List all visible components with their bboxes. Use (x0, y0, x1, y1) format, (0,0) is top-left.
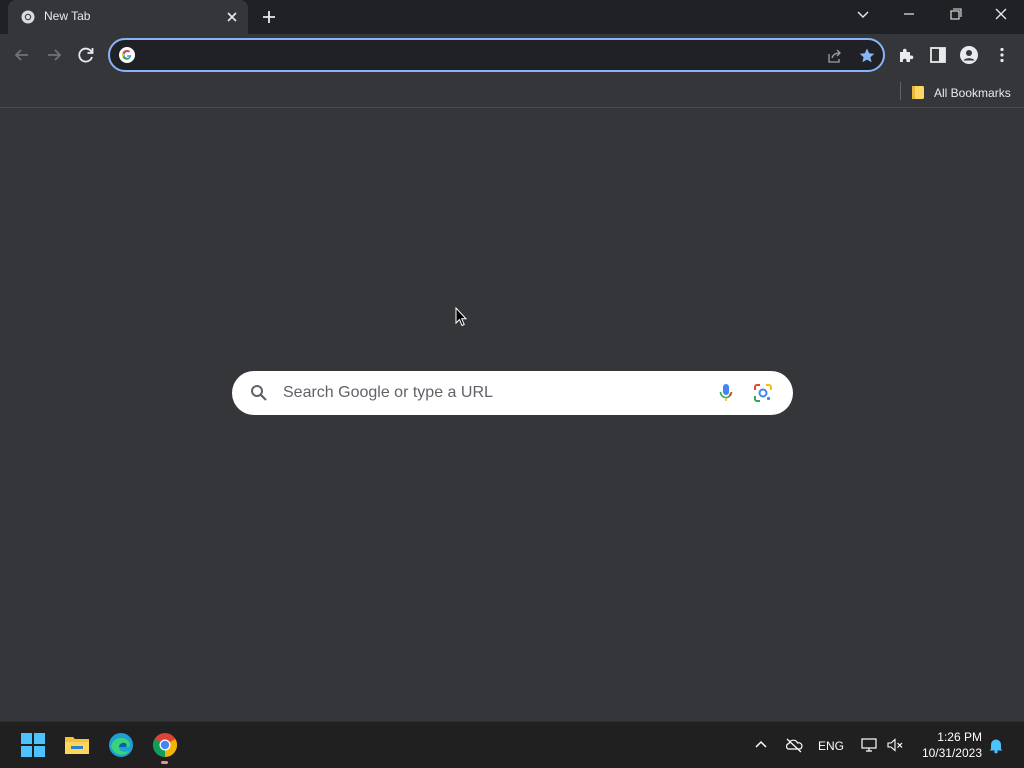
star-icon[interactable] (858, 47, 876, 65)
forward-icon[interactable] (42, 43, 66, 67)
tab-new-tab[interactable]: New Tab (8, 0, 248, 34)
microphone-icon[interactable] (718, 383, 734, 403)
file-explorer-icon[interactable] (63, 731, 91, 759)
close-tab-icon[interactable] (224, 9, 240, 25)
chrome-icon (21, 10, 35, 24)
bookmarks-bar: All Bookmarks (0, 76, 1024, 108)
bookmarks-divider (900, 82, 901, 100)
ntp-search-input[interactable] (283, 382, 703, 404)
start-icon[interactable] (19, 731, 47, 759)
restore-icon[interactable] (941, 4, 969, 28)
tab-strip: New Tab (0, 0, 1024, 34)
notification-bell-icon[interactable] (987, 736, 1005, 754)
share-icon[interactable] (826, 47, 844, 65)
new-tab-page (0, 109, 1024, 721)
plus-icon[interactable] (260, 8, 278, 26)
search-icon (250, 384, 268, 402)
chrome-icon[interactable] (151, 731, 179, 759)
extensions-icon[interactable] (896, 45, 916, 65)
profile-icon[interactable] (959, 45, 979, 65)
clock-time[interactable]: 1:26 PM (920, 730, 982, 744)
back-icon[interactable] (10, 43, 34, 67)
menu-icon[interactable] (992, 45, 1012, 65)
mouse-cursor-icon (455, 307, 467, 327)
volume-muted-icon[interactable] (886, 736, 904, 754)
toolbar (0, 34, 1024, 76)
tab-search-icon[interactable] (849, 4, 877, 28)
reload-icon[interactable] (74, 43, 98, 67)
google-g-icon (119, 47, 135, 63)
all-bookmarks-label: All Bookmarks (934, 86, 1011, 100)
onedrive-offline-icon[interactable] (785, 736, 803, 754)
minimize-icon[interactable] (895, 4, 923, 28)
chevron-up-icon[interactable] (752, 736, 770, 754)
ntp-search-box[interactable] (232, 371, 793, 415)
edge-icon[interactable] (107, 731, 135, 759)
address-bar[interactable] (108, 38, 885, 72)
taskbar: ENG 1:26 PM 10/31/2023 (0, 721, 1024, 768)
side-panel-icon[interactable] (928, 45, 948, 65)
address-input[interactable] (144, 46, 804, 64)
folder-icon (912, 86, 924, 99)
all-bookmarks-button[interactable]: All Bookmarks (908, 80, 1018, 104)
close-icon[interactable] (987, 4, 1015, 28)
language-indicator[interactable]: ENG (818, 739, 844, 753)
network-icon[interactable] (860, 736, 878, 754)
running-app-indicator (161, 761, 168, 764)
clock-date[interactable]: 10/31/2023 (916, 746, 982, 760)
tab-title: New Tab (44, 9, 91, 23)
google-lens-icon[interactable] (753, 383, 773, 403)
